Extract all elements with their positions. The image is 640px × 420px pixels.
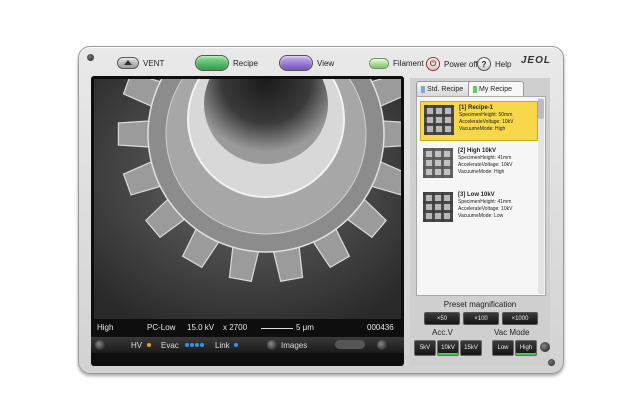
- vac-mode-label: Vac Mode: [494, 328, 530, 337]
- preset-magnification-title: Preset magnification: [443, 300, 517, 309]
- document-icon: [473, 85, 477, 93]
- help-button[interactable]: ? Help: [477, 57, 511, 71]
- magnification-50-button[interactable]: ×50: [424, 312, 460, 325]
- recipe-vacuum-mode: VacuumeMode: High: [459, 126, 506, 132]
- image-viewer: High PC-Low 15.0 kV x 2700 5 μm 000436 H…: [91, 76, 404, 366]
- power-off-label: Power off: [444, 59, 478, 69]
- recipe-specimen-height: SpecimenHeight: 41mm: [458, 155, 512, 161]
- recipe-item-3[interactable]: [3] Low 10kV SpecimenHeight: 41mm Accele…: [420, 189, 536, 227]
- vent-label: VENT: [143, 58, 165, 68]
- hv-indicator-icon: [147, 343, 151, 347]
- filament-label: Filament: [393, 59, 424, 68]
- recipe-vacuum-mode: VacuumeMode: High: [458, 169, 505, 175]
- brand-logo: JEOL: [520, 55, 551, 66]
- scroll-knob-icon[interactable]: [377, 340, 387, 350]
- acc-5kv-button[interactable]: 5kV: [414, 340, 436, 356]
- acc-10kv-button[interactable]: 10kV: [437, 340, 459, 356]
- recipe-label: Recipe: [233, 58, 258, 68]
- recipe-panel: Std. Recipe My Recipe [1] Recipe-1 Speci…: [410, 78, 550, 366]
- status-bar: HV Evac Link Images: [91, 337, 404, 353]
- scrollbar[interactable]: [538, 98, 544, 294]
- gear-micrograph-image: [94, 79, 401, 319]
- recipe-specimen-height: SpecimenHeight: 50mm: [459, 112, 513, 118]
- view-icon: [279, 55, 313, 71]
- scale-bar: [261, 328, 293, 329]
- images-button[interactable]: Images: [281, 341, 307, 350]
- tab-my-recipe-label: My Recipe: [479, 85, 513, 93]
- help-icon: ?: [477, 57, 491, 71]
- view-button[interactable]: View: [279, 55, 334, 71]
- evac-indicator-icon: [195, 343, 199, 347]
- recipe-vacuum-mode: VacuumeMode: Low: [458, 213, 504, 219]
- recipe-title: [2] High 10kV: [458, 148, 497, 154]
- recipe-thumbnail-image: [423, 148, 453, 178]
- image-info-bar: High PC-Low 15.0 kV x 2700 5 μm 000436: [91, 322, 404, 334]
- evac-indicator-icon: [185, 343, 189, 347]
- magnification-text: x 2700: [223, 323, 248, 332]
- power-off-button[interactable]: ⏻ Power off: [426, 57, 478, 71]
- recipe-thumbnail-image: [424, 105, 454, 135]
- recipe-button[interactable]: Recipe: [195, 55, 258, 71]
- recipe-item-2[interactable]: [2] High 10kV SpecimenHeight: 41mm Accel…: [420, 145, 536, 183]
- recipe-list: [1] Recipe-1 SpecimenHeight: 50mm Accele…: [416, 96, 546, 296]
- pressure-text: PC-Low: [147, 323, 176, 332]
- recipe-title: [3] Low 10kV: [458, 192, 495, 198]
- recipe-voltage: AccelerateVoltage: 10kV: [458, 162, 513, 168]
- help-label: Help: [495, 59, 512, 69]
- panel-knob-icon[interactable]: [540, 342, 550, 352]
- magnification-1000-button[interactable]: ×1000: [502, 312, 538, 325]
- recipe-voltage: AccelerateVoltage: 10kV: [459, 119, 514, 125]
- voltage-text: 15.0 kV: [187, 323, 215, 332]
- vac-high-button[interactable]: High: [515, 340, 537, 356]
- corner-screw-icon: [87, 54, 94, 61]
- vac-low-button[interactable]: Low: [492, 340, 514, 356]
- scan-mode-text: High: [97, 323, 114, 332]
- recipe-voltage: AccelerateVoltage: 10kV: [458, 206, 513, 212]
- app-window: VENT Recipe View Filament ⏻ Power off ? …: [78, 46, 564, 374]
- acc-voltage-label: Acc.V: [432, 328, 453, 337]
- recipe-specimen-height: SpecimenHeight: 41mm: [458, 199, 512, 205]
- scale-text: 5 μm: [296, 323, 314, 332]
- evac-label: Evac: [161, 341, 179, 350]
- image-number-text: 000436: [367, 323, 394, 332]
- settings-knob-icon[interactable]: [95, 340, 105, 350]
- recipe-title: [1] Recipe-1: [459, 105, 494, 111]
- evac-indicator-icon: [190, 343, 194, 347]
- view-label: View: [317, 58, 335, 68]
- filament-icon: [369, 58, 389, 69]
- scrollbar-thumb[interactable]: [538, 99, 544, 119]
- power-icon: ⏻: [426, 57, 440, 71]
- images-knob-icon[interactable]: [267, 340, 277, 350]
- tab-std-recipe[interactable]: Std. Recipe: [416, 81, 472, 96]
- magnification-100-button[interactable]: ×100: [463, 312, 499, 325]
- filament-button[interactable]: Filament: [369, 58, 424, 69]
- navigation-arrows-icon[interactable]: [335, 340, 365, 349]
- hv-label: HV: [131, 341, 143, 350]
- recipe-icon: [195, 55, 229, 71]
- document-icon: [421, 85, 425, 93]
- sem-image[interactable]: [94, 79, 401, 319]
- vent-button[interactable]: VENT: [117, 57, 164, 69]
- recipe-thumbnail-image: [423, 192, 453, 222]
- eject-icon: [117, 57, 139, 69]
- link-label: Link: [215, 341, 230, 350]
- acc-15kv-button[interactable]: 15kV: [460, 340, 482, 356]
- evac-indicator-icon: [200, 343, 204, 347]
- recipe-item-1[interactable]: [1] Recipe-1 SpecimenHeight: 50mm Accele…: [420, 101, 538, 141]
- tab-std-recipe-label: Std. Recipe: [427, 85, 464, 93]
- corner-screw-icon: [548, 359, 555, 366]
- link-indicator-icon: [234, 343, 238, 347]
- tab-my-recipe[interactable]: My Recipe: [468, 81, 524, 96]
